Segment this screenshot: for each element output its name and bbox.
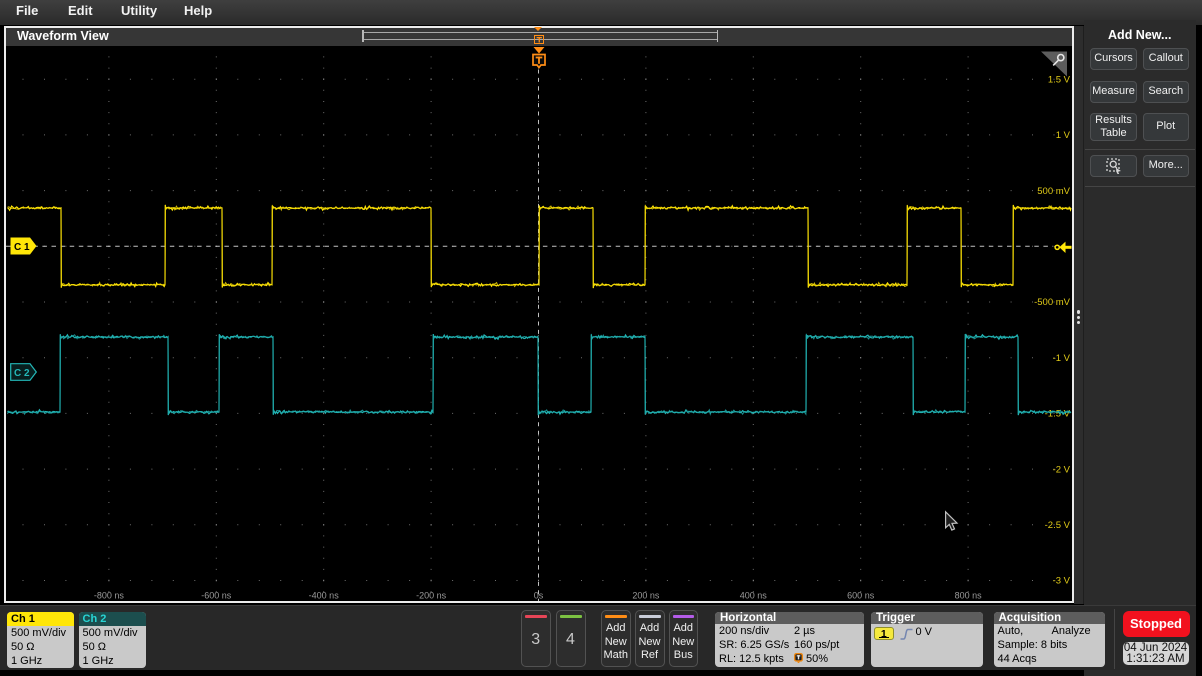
svg-text:1.5 V: 1.5 V <box>1048 74 1071 85</box>
svg-text:-3 V: -3 V <box>1053 575 1071 586</box>
svg-text:C 2: C 2 <box>14 367 30 378</box>
svg-text:500 mV: 500 mV <box>1037 185 1070 196</box>
svg-text:-800 ns: -800 ns <box>94 590 125 600</box>
svg-text:600 ns: 600 ns <box>847 590 875 600</box>
svg-text:-500 mV: -500 mV <box>1034 297 1071 308</box>
svg-text:1 V: 1 V <box>1056 130 1071 141</box>
svg-text:-400 ns: -400 ns <box>309 590 340 600</box>
svg-text:-600 ns: -600 ns <box>201 590 232 600</box>
svg-text:C 1: C 1 <box>14 242 30 253</box>
svg-text:-2 V: -2 V <box>1053 464 1071 475</box>
svg-text:-1.5 V: -1.5 V <box>1045 408 1071 419</box>
svg-text:-2.5 V: -2.5 V <box>1045 520 1071 531</box>
svg-text:200 ns: 200 ns <box>632 590 660 600</box>
svg-text:800 ns: 800 ns <box>955 590 983 600</box>
svg-text:400 ns: 400 ns <box>740 590 768 600</box>
svg-text:-200 ns: -200 ns <box>416 590 447 600</box>
svg-text:-1 V: -1 V <box>1053 352 1071 363</box>
